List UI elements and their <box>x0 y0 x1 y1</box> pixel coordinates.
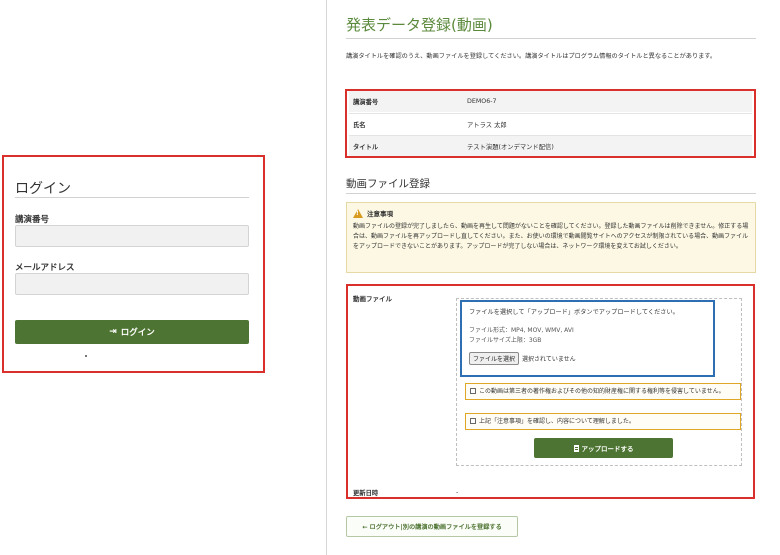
upload-section-divider <box>346 193 756 194</box>
talk-number-input[interactable] <box>15 225 249 247</box>
notice-box: 注意事項 動画ファイルの登録が完了しましたら、動画を再生して問題がないことを確認… <box>346 202 756 273</box>
consent-copyright-checkbox[interactable] <box>470 388 476 394</box>
login-title: ログイン <box>15 181 71 197</box>
file-pick-row: ファイルを選択 選択されていません <box>469 352 706 365</box>
sign-in-icon: ⇥ <box>109 326 117 337</box>
file-format: ファイル形式：MP4, MOV, WMV, AVI <box>469 327 574 334</box>
updated-row: 更新日時 - <box>353 488 749 497</box>
info-key: タイトル <box>353 143 379 151</box>
info-row-talk-number: 講演番号 DEMO6-7 <box>349 91 752 112</box>
info-row-title: タイトル テスト演題(オンデマンド配信) <box>349 135 752 156</box>
logout-register-another-button[interactable]: ← ログアウト|別の講演の動画ファイルを登録する <box>346 516 518 537</box>
email-input[interactable] <box>15 273 249 295</box>
info-key: 講演番号 <box>353 99 379 106</box>
consent-copyright[interactable]: この動画は第三者の著作権およびその他の知的財産権に関する権利等を侵害していません… <box>465 383 741 400</box>
choose-file-button[interactable]: ファイルを選択 <box>469 352 520 365</box>
info-key: 氏名 <box>353 121 366 129</box>
consent-notice[interactable]: 上記「注意事項」を確認し、内容について理解しました。 <box>465 413 741 430</box>
login-button[interactable]: ⇥ ログイン <box>15 320 249 344</box>
consent-notice-text: 上記「注意事項」を確認し、内容について理解しました。 <box>479 418 635 425</box>
notice-title: 注意事項 <box>367 210 393 218</box>
notice-header: 注意事項 <box>353 208 749 218</box>
file-size-limit: ファイルサイズ上限：3GB <box>469 337 542 344</box>
info-value: テスト演題(オンデマンド配信) <box>467 143 554 151</box>
back-button-label: ← ログアウト|別の講演の動画ファイルを登録する <box>362 524 502 531</box>
updated-key: 更新日時 <box>353 490 379 497</box>
document-icon <box>573 444 579 452</box>
login-title-divider <box>15 197 249 198</box>
upload-section-title: 動画ファイル登録 <box>346 178 430 190</box>
email-label: メールアドレス <box>15 263 75 273</box>
page-title: 発表データ登録(動画) <box>346 16 493 34</box>
video-file-label: 動画ファイル <box>353 295 392 303</box>
warning-icon <box>353 208 363 218</box>
upload-button[interactable]: アップロードする <box>534 438 673 458</box>
file-selector-box: ファイルを選択して「アップロード」ボタンでアップロードしてください。 ファイル形… <box>460 300 715 377</box>
info-row-name: 氏名 アトラス 太郎 <box>349 113 752 134</box>
login-button-label: ログイン <box>120 328 155 338</box>
decorative-dot <box>85 355 87 357</box>
consent-copyright-text: この動画は第三者の著作権およびその他の知的財産権に関する権利等を侵害していません… <box>479 388 725 395</box>
page-title-divider <box>346 38 756 39</box>
intro-text: 講演タイトルを確認のうえ、動画ファイルを登録してください。講演タイトルはプログラ… <box>346 53 717 60</box>
notice-body: 動画ファイルの登録が完了しましたら、動画を再生して問題がないことを確認してくださ… <box>353 223 749 250</box>
talk-number-label: 講演番号 <box>15 215 50 225</box>
info-value: アトラス 太郎 <box>467 121 507 129</box>
updated-value: - <box>456 489 459 496</box>
file-instruction: ファイルを選択して「アップロード」ボタンでアップロードしてください。 <box>469 309 679 316</box>
no-file-text: 選択されていません <box>522 356 576 363</box>
consent-notice-checkbox[interactable] <box>470 418 476 424</box>
info-value: DEMO6-7 <box>467 98 497 105</box>
upload-button-label: アップロードする <box>581 445 634 453</box>
